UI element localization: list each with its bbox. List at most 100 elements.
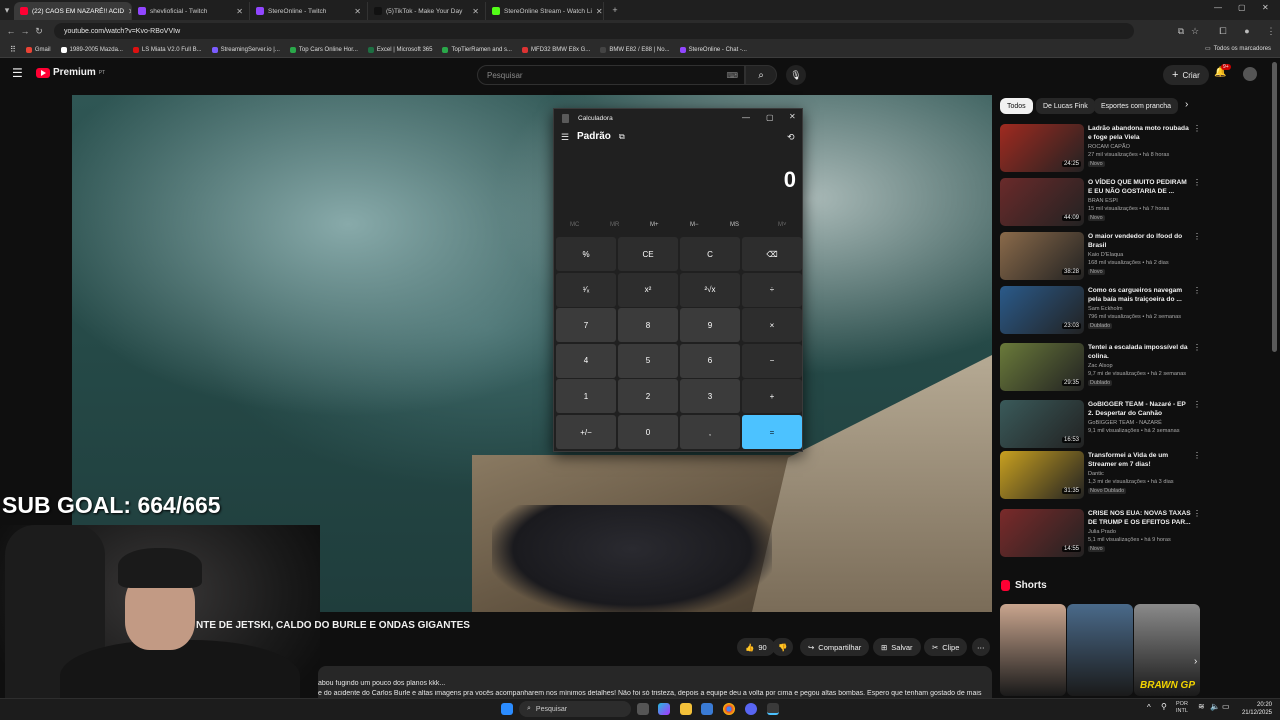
forward-icon[interactable]: → (18, 26, 32, 36)
install-icon[interactable]: ⧉ (1174, 26, 1188, 37)
channel-name[interactable]: Sam Eckholm (1088, 306, 1123, 312)
recommended-video[interactable]: 24:25 Ladrão abandona moto roubada e foge… (1000, 124, 1201, 176)
bookmark-star-icon[interactable]: ☆ (1188, 26, 1202, 37)
filter-chip[interactable]: Esportes com prancha (1094, 98, 1179, 114)
memory-button[interactable]: M˅ (778, 222, 787, 228)
short-thumbnail[interactable] (1000, 604, 1066, 696)
copilot-icon[interactable] (658, 703, 670, 715)
calc-key[interactable]: % (556, 237, 616, 271)
clip-button[interactable]: ✂ Clipe (924, 638, 968, 656)
calc-key[interactable]: 8 (618, 308, 678, 343)
wifi-icon[interactable]: ≋ (1198, 702, 1205, 711)
channel-name[interactable]: BRAN ESPI (1088, 198, 1118, 204)
calc-key[interactable]: = (742, 415, 802, 449)
calc-key[interactable]: CE (618, 237, 678, 271)
channel-name[interactable]: Zac Alsop (1088, 363, 1113, 369)
menu-dots-icon[interactable]: ⋮ (1264, 26, 1278, 37)
calc-key[interactable]: + (742, 379, 802, 414)
calc-key[interactable]: × (742, 308, 802, 343)
calc-key[interactable]: 4 (556, 343, 616, 378)
bookmark-link[interactable]: Top Cars Online Hor... (289, 46, 358, 53)
save-button[interactable]: ⊞ Salvar (873, 638, 921, 656)
tab-close-icon[interactable]: ✕ (596, 7, 603, 16)
calc-key[interactable]: C (680, 237, 740, 271)
language-indicator[interactable]: POR INTL (1176, 701, 1188, 715)
windows-start-icon[interactable] (501, 703, 513, 715)
store-icon[interactable] (701, 703, 713, 715)
video-title[interactable]: Ladrão abandona moto roubada e foge pela… (1088, 124, 1192, 142)
battery-icon[interactable]: ▭ (1222, 702, 1230, 711)
recommended-video[interactable]: 16:53 GoBIGGER TEAM - Nazaré - EP 2. Desp… (1000, 400, 1201, 452)
memory-button[interactable]: M+ (650, 222, 659, 228)
dislike-button[interactable]: 👎 (772, 638, 794, 656)
share-button[interactable]: ↪ Compartilhar (800, 638, 870, 656)
browser-tab[interactable]: StereOnline - Twitch ✕ (250, 2, 368, 20)
video-menu-icon[interactable]: ⋮ (1193, 124, 1201, 133)
video-menu-icon[interactable]: ⋮ (1193, 509, 1201, 518)
memory-button[interactable]: MS (730, 222, 739, 228)
bookmark-link[interactable]: LS Miata V2.0 Full B... (132, 46, 202, 53)
youtube-logo[interactable]: Premium PT (36, 67, 105, 78)
filter-chip[interactable]: De Lucas Fink (1036, 98, 1095, 114)
bookmark-link[interactable]: 1989-2005 Mazda... (60, 46, 123, 53)
more-actions-button[interactable]: ⋯ (972, 638, 990, 656)
calc-key[interactable]: 1 (556, 379, 616, 414)
bookmark-link[interactable]: StreamingServer.io |... (211, 46, 280, 53)
calc-key[interactable]: 0 (618, 415, 678, 449)
calc-minimize-button[interactable]: — (742, 113, 750, 122)
calc-key[interactable]: 2 (618, 379, 678, 414)
calc-key[interactable]: ÷ (742, 272, 802, 307)
memory-button[interactable]: M− (690, 222, 699, 228)
filter-chip[interactable]: Todos (1000, 98, 1033, 114)
recommended-video[interactable]: 44:09 O VÍDEO QUE MUITO PEDIRAM E EU NÃO … (1000, 178, 1201, 230)
extensions-icon[interactable]: ⧠ (1216, 26, 1230, 37)
bookmark-link[interactable]: StereOnline - Chat -... (679, 46, 747, 53)
channel-name[interactable]: GoBIGGER TEAM - NAZARÉ (1088, 420, 1162, 426)
calc-maximize-button[interactable]: ▢ (766, 113, 774, 122)
video-menu-icon[interactable]: ⋮ (1193, 178, 1201, 187)
calc-menu-icon[interactable]: ☰ (561, 132, 569, 143)
keyboard-icon[interactable]: ⌨ (726, 71, 738, 80)
tab-close-icon[interactable]: ✕ (354, 7, 361, 16)
page-scrollbar[interactable] (1272, 62, 1277, 352)
shorts-next-icon[interactable]: › (1194, 656, 1197, 667)
system-clock[interactable]: 20:20 21/12/2025 (1242, 701, 1272, 717)
calc-key[interactable]: 7 (556, 308, 616, 343)
calc-close-button[interactable]: ✕ (789, 112, 796, 121)
calc-key[interactable]: x² (618, 272, 678, 307)
volume-icon[interactable]: 🔈 (1210, 702, 1220, 711)
chips-next-icon[interactable]: › (1185, 99, 1188, 110)
video-title[interactable]: CRISE NOS EUA: NOVAS TAXAS DE TRUMP E OS… (1088, 509, 1192, 527)
search-input[interactable]: Pesquisar ⌨ (477, 65, 745, 85)
calc-key[interactable]: ¹⁄ₓ (556, 272, 616, 307)
calc-key[interactable]: 9 (680, 308, 740, 343)
url-input[interactable]: youtube.com/watch?v=Kvo-RBoVVIw (54, 23, 1134, 39)
apps-grid-icon[interactable]: ⠿ (10, 45, 16, 54)
chrome-icon[interactable] (723, 703, 735, 715)
calc-key[interactable]: +/− (556, 415, 616, 449)
discord-icon[interactable] (745, 703, 757, 715)
browser-tab[interactable]: shevlioficial - Twitch ✕ (132, 2, 250, 20)
history-icon[interactable]: ⟲ (787, 132, 795, 143)
recommended-video[interactable]: 14:55 CRISE NOS EUA: NOVAS TAXAS DE TRUMP… (1000, 509, 1201, 561)
all-bookmarks-link[interactable]: ▭ Todos os marcadores (1205, 45, 1271, 53)
calc-key[interactable]: ²√x (680, 272, 740, 307)
like-button[interactable]: 👍 90 (737, 638, 775, 656)
browser-tab[interactable]: (22) CAOS EM NAZARÉ!! ACID✕ (14, 2, 132, 20)
calc-key[interactable]: , (680, 415, 740, 449)
minimize-window-button[interactable]: — (1214, 3, 1222, 12)
task-view-icon[interactable] (637, 703, 649, 715)
back-icon[interactable]: ← (4, 26, 18, 36)
bookmark-link[interactable]: Excel | Microsoft 365 (367, 46, 432, 53)
new-tab-button[interactable]: + (608, 5, 622, 15)
maximize-window-button[interactable]: ▢ (1238, 3, 1246, 12)
calc-key[interactable]: ⌫ (742, 237, 802, 271)
recommended-video[interactable]: 31:35 Transformei a Vida de um Streamer e… (1000, 451, 1201, 503)
calc-key[interactable]: − (742, 343, 802, 378)
calc-key[interactable]: 5 (618, 343, 678, 378)
profile-icon[interactable]: ● (1240, 26, 1254, 36)
keep-on-top-icon[interactable]: ⧉ (619, 132, 625, 142)
avatar[interactable] (1243, 67, 1257, 81)
video-menu-icon[interactable]: ⋮ (1193, 451, 1201, 460)
video-title[interactable]: Como os cargueiros navegam pela baía mai… (1088, 286, 1192, 304)
